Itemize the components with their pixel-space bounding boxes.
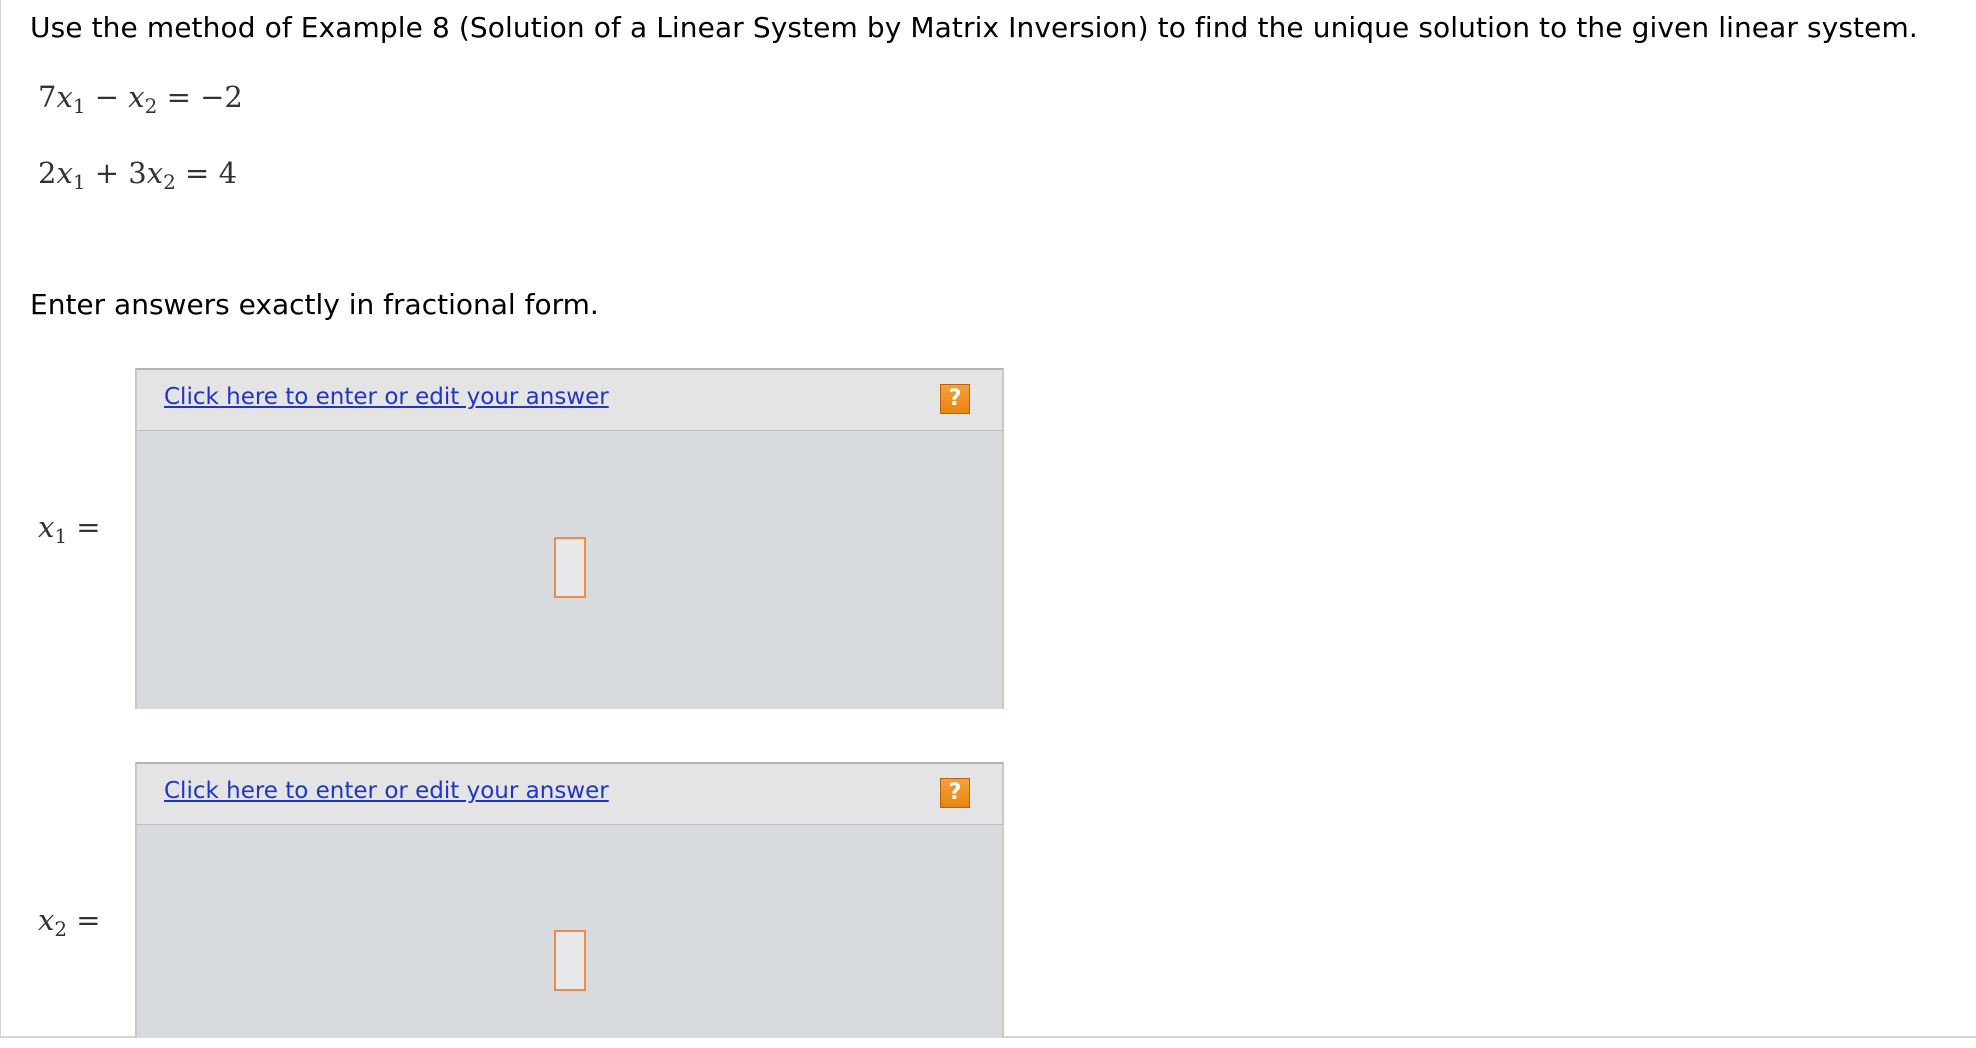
help-icon[interactable]: ?	[940, 778, 970, 808]
answer-input-slot[interactable]	[554, 930, 586, 991]
answer-box-x1[interactable]: Click here to enter or edit your answer …	[135, 368, 1004, 709]
answer-header: Click here to enter or edit your answer …	[137, 764, 1002, 825]
answer-label-x2: x2 =	[38, 903, 101, 941]
answer-input-slot[interactable]	[554, 537, 586, 598]
answer-header: Click here to enter or edit your answer …	[137, 370, 1002, 431]
instruction-text: Enter answers exactly in fractional form…	[30, 288, 599, 321]
answer-box-x2[interactable]: Click here to enter or edit your answer …	[135, 762, 1004, 1038]
edit-answer-link[interactable]: Click here to enter or edit your answer	[164, 778, 609, 804]
question-prompt: Use the method of Example 8 (Solution of…	[30, 11, 1918, 44]
equation-2: 2x1 + 3x2 = 4	[38, 156, 238, 194]
equation-1: 7x1 − x2 = −2	[38, 80, 243, 118]
help-icon[interactable]: ?	[940, 384, 970, 414]
answer-label-x1: x1 =	[38, 510, 101, 548]
edit-answer-link[interactable]: Click here to enter or edit your answer	[164, 384, 609, 410]
